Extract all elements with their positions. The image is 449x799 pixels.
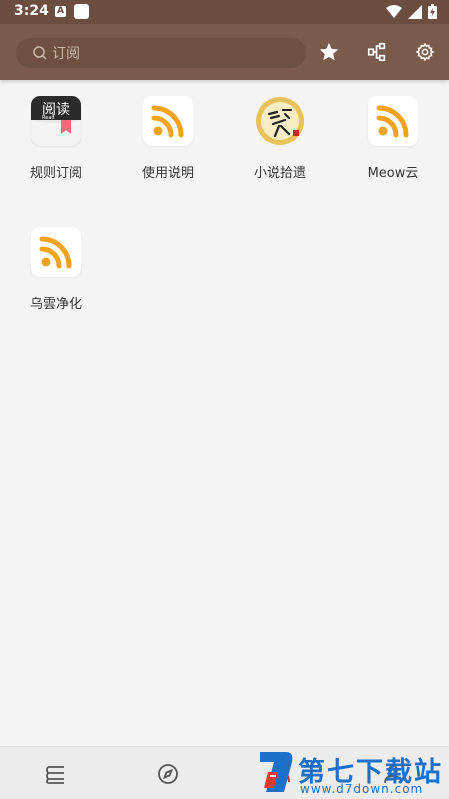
wifi-icon [386,4,402,18]
nav-discover[interactable] [155,761,181,787]
watermark-url: www.d7down.com [300,782,424,796]
compass-icon [158,764,178,784]
book-seal-icon [255,96,305,146]
rss-icon-graphic [151,105,184,138]
search-icon [33,46,47,60]
tile-label: 小说拾遗 [253,166,306,181]
status-time: 3:24 [14,3,49,19]
notification-square-icon [74,4,89,19]
rss-icon-graphic [376,105,409,138]
read-logo-subtext: Read [42,115,55,121]
signal-icon [408,4,422,19]
battery-icon [428,4,437,19]
tile-rule-subscription[interactable]: 阅读 Read 规则订阅 [0,90,112,200]
bookshelf-icon [46,766,64,784]
star-icon [319,42,339,61]
rss-icon [143,96,193,146]
watermark: 第七下载站 www.d7down.com [256,748,446,798]
watermark-logo-icon [260,752,293,792]
rss-icon-graphic [39,236,72,269]
rss-icon [368,96,418,146]
nav-bookshelf[interactable] [43,761,69,787]
tile-meow-cloud[interactable]: Meow云 [337,90,449,200]
book-seal-graphic [256,97,304,145]
tile-label: Meow云 [367,166,419,181]
settings-button[interactable] [413,40,437,64]
notification-a-icon: A [55,6,66,17]
read-logo-text: 阅读 [42,102,70,118]
status-icons [386,4,437,19]
tile-novel-collection[interactable]: 小说拾遗 [224,90,336,200]
search-placeholder: 订阅 [52,46,80,62]
tile-wuyun-purify[interactable]: 乌雲净化 [0,221,112,331]
read-app-icon: 阅读 Read [31,96,81,146]
status-bar: 3:24 A [0,0,449,24]
tile-label: 使用说明 [141,166,194,181]
gear-icon [415,42,435,62]
favorites-button[interactable] [317,40,341,64]
rss-icon [31,227,81,277]
tree-icon [367,42,386,62]
group-button[interactable] [365,40,389,64]
tile-label: 规则订阅 [29,166,82,181]
tile-usage-guide[interactable]: 使用说明 [112,90,224,200]
tile-label: 乌雲净化 [29,297,82,312]
search-input[interactable]: 订阅 [16,38,306,68]
toolbar: 订阅 [0,24,449,80]
